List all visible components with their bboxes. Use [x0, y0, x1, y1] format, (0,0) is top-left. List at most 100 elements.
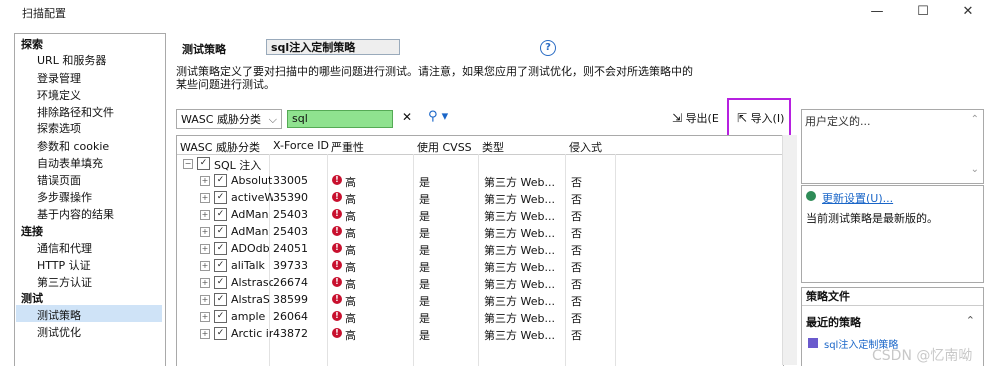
expand-icon[interactable]: +: [200, 278, 210, 288]
expand-icon[interactable]: +: [200, 261, 210, 271]
policy-status-text: 当前测试策略是最新版的。: [806, 212, 938, 225]
severity-high-icon: !: [332, 277, 342, 287]
row-checkbox[interactable]: ✓: [214, 174, 227, 187]
chevron-down-icon: ⌵: [268, 113, 277, 126]
help-icon[interactable]: ?: [540, 40, 556, 56]
row-xforce: 38599: [273, 293, 308, 306]
expand-icon[interactable]: +: [200, 210, 210, 220]
row-checkbox[interactable]: ✓: [214, 327, 227, 340]
row-cvss: 是: [419, 244, 430, 257]
nav-item-test-optimization[interactable]: 测试优化: [37, 324, 81, 340]
clear-search-button[interactable]: ✕: [402, 110, 412, 124]
row-type: 第三方 Web...: [484, 312, 555, 325]
globe-icon: [806, 191, 816, 201]
nav-item-params-cookies[interactable]: 参数和 cookie: [37, 138, 109, 154]
col-severity[interactable]: 严重性: [331, 139, 364, 155]
col-type[interactable]: 类型: [482, 139, 504, 155]
row-name: AlstraS: [231, 293, 270, 306]
minimize-button[interactable]: —: [859, 2, 895, 22]
row-invasive: 否: [571, 295, 582, 308]
row-checkbox[interactable]: ✓: [214, 225, 227, 238]
table-row[interactable]: + ✓ AlstraS 38599! 高 是 第三方 Web... 否: [177, 291, 783, 308]
table-header: WASC 威胁分类 X-Force ID 严重性 使用 CVSS 类型 侵入式: [177, 136, 783, 155]
table-row[interactable]: + ✓ Absolut 33005! 高 是 第三方 Web... 否: [177, 172, 783, 189]
search-input[interactable]: sql: [287, 110, 393, 128]
test-table: WASC 威胁分类 X-Force ID 严重性 使用 CVSS 类型 侵入式 …: [176, 135, 784, 366]
severity-high-icon: !: [332, 294, 342, 304]
severity-high-icon: !: [332, 311, 342, 321]
scroll-down-icon[interactable]: ⌄: [971, 164, 979, 175]
row-invasive: 否: [571, 261, 582, 274]
export-button[interactable]: ⇲ 导出(E: [672, 110, 719, 126]
group-row[interactable]: − ✓ SQL 注入: [177, 155, 783, 172]
search-icon[interactable]: ⚲ ▾: [428, 109, 448, 124]
nav-item-exclusions[interactable]: 排除路径和文件: [37, 104, 114, 120]
table-row[interactable]: + ✓ AdMan 25403! 高 是 第三方 Web... 否: [177, 206, 783, 223]
col-wasc[interactable]: WASC 威胁分类: [180, 139, 260, 155]
severity-high-icon: !: [332, 260, 342, 270]
nav-item-http-auth[interactable]: HTTP 认证: [37, 257, 91, 273]
window-title: 扫描配置: [22, 7, 66, 20]
row-severity: 高: [345, 312, 356, 325]
expand-icon[interactable]: +: [200, 176, 210, 186]
table-row[interactable]: + ✓ aliTalk 39733! 高 是 第三方 Web... 否: [177, 257, 783, 274]
collapse-icon[interactable]: −: [183, 159, 193, 169]
row-invasive: 否: [571, 210, 582, 223]
table-row[interactable]: + ✓ ADOdb 24051! 高 是 第三方 Web... 否: [177, 240, 783, 257]
expand-icon[interactable]: +: [200, 312, 210, 322]
row-name: Absolut: [231, 174, 273, 187]
nav-item-form-fill[interactable]: 自动表单填充: [37, 155, 103, 171]
row-cvss: 是: [419, 261, 430, 274]
expand-icon[interactable]: +: [200, 329, 210, 339]
row-checkbox[interactable]: ✓: [214, 310, 227, 323]
expand-icon[interactable]: +: [200, 193, 210, 203]
wasc-select-value: WASC 威胁分类: [181, 113, 261, 126]
row-type: 第三方 Web...: [484, 278, 555, 291]
row-checkbox[interactable]: ✓: [214, 293, 227, 306]
nav-item-multistep[interactable]: 多步骤操作: [37, 189, 92, 205]
expand-icon[interactable]: +: [200, 244, 210, 254]
group-checkbox[interactable]: ✓: [197, 157, 210, 170]
close-button[interactable]: ✕: [950, 2, 986, 22]
row-checkbox[interactable]: ✓: [214, 208, 227, 221]
row-name: Alstrasc: [231, 276, 273, 289]
row-checkbox[interactable]: ✓: [214, 276, 227, 289]
policy-name-field[interactable]: sql注入定制策略: [266, 39, 400, 55]
nav-item-3rd-auth[interactable]: 第三方认证: [37, 274, 92, 290]
expand-icon[interactable]: +: [200, 227, 210, 237]
expand-icon[interactable]: +: [200, 295, 210, 305]
maximize-button[interactable]: ☐: [905, 2, 941, 22]
row-xforce: 35390: [273, 191, 308, 204]
nav-section-connection[interactable]: 连接: [21, 223, 43, 239]
col-xforce[interactable]: X-Force ID: [273, 139, 329, 152]
scroll-up-icon[interactable]: ⌃: [971, 114, 979, 125]
nav-item-login[interactable]: 登录管理: [37, 70, 81, 86]
nav-item-comm-proxy[interactable]: 通信和代理: [37, 240, 92, 256]
table-row[interactable]: + ✓ AdMan 25403! 高 是 第三方 Web... 否: [177, 223, 783, 240]
table-row[interactable]: + ✓ ample 26064! 高 是 第三方 Web... 否: [177, 308, 783, 325]
nav-item-url-servers[interactable]: URL 和服务器: [37, 52, 106, 68]
vertical-scrollbar[interactable]: [782, 135, 797, 365]
nav-item-test-policy[interactable]: 测试策略: [37, 307, 81, 323]
table-row[interactable]: + ✓ Alstrasc 26674! 高 是 第三方 Web... 否: [177, 274, 783, 291]
update-settings-link[interactable]: 更新设置(U)...: [822, 190, 893, 206]
export-icon: ⇲: [672, 111, 683, 125]
nav-item-content-results[interactable]: 基于内容的结果: [37, 206, 114, 222]
nav-item-error-pages[interactable]: 错误页面: [37, 172, 81, 188]
nav-section-test[interactable]: 测试: [21, 290, 43, 306]
table-row[interactable]: + ✓ Arctic in 43872! 高 是 第三方 Web... 否: [177, 325, 783, 342]
row-severity: 高: [345, 210, 356, 223]
row-xforce: 25403: [273, 225, 308, 238]
col-invasive[interactable]: 侵入式: [569, 139, 602, 155]
col-cvss[interactable]: 使用 CVSS: [417, 139, 472, 155]
row-checkbox[interactable]: ✓: [214, 191, 227, 204]
row-invasive: 否: [571, 244, 582, 257]
wasc-classification-select[interactable]: WASC 威胁分类 ⌵: [176, 109, 282, 129]
nav-item-env[interactable]: 环境定义: [37, 87, 81, 103]
nav-section-explore[interactable]: 探索: [21, 36, 43, 52]
nav-item-explore-options[interactable]: 探索选项: [37, 120, 81, 136]
row-checkbox[interactable]: ✓: [214, 259, 227, 272]
row-checkbox[interactable]: ✓: [214, 242, 227, 255]
table-row[interactable]: + ✓ activeW 35390! 高 是 第三方 Web... 否: [177, 189, 783, 206]
collapse-up-icon[interactable]: ⌃: [966, 314, 975, 327]
